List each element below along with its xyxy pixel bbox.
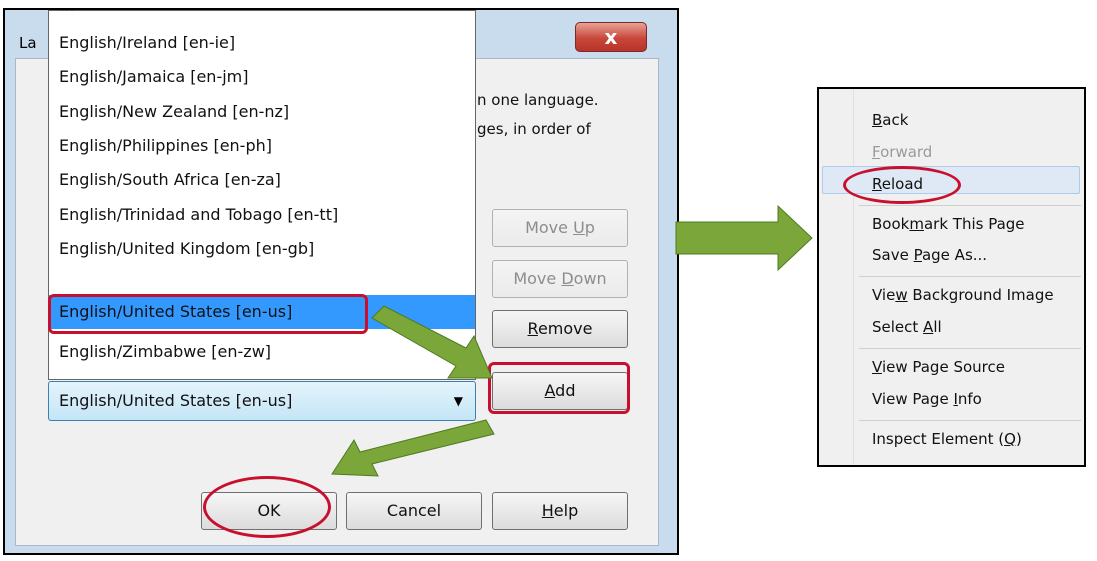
arrow-to-add-icon xyxy=(371,305,493,379)
menu-item-inspect[interactable]: Inspect Element (Q) xyxy=(872,430,1022,448)
menu-item-forward[interactable]: Forward xyxy=(872,143,932,161)
highlight-reload xyxy=(843,166,961,204)
menu-item-back[interactable]: Back xyxy=(872,111,908,129)
menu-item-save-page[interactable]: Save Page As... xyxy=(872,246,987,264)
menu-separator xyxy=(859,205,1081,206)
menu-item-page-info[interactable]: View Page Info xyxy=(872,390,982,408)
arrow-to-ok-icon xyxy=(331,419,495,477)
menu-separator xyxy=(859,348,1081,349)
context-menu: Back Forward Reload Bookmark This Page S… xyxy=(817,87,1086,467)
menu-item-bookmark[interactable]: Bookmark This Page xyxy=(872,215,1025,233)
menu-item-view-source[interactable]: View Page Source xyxy=(872,358,1005,376)
menu-separator xyxy=(859,276,1081,277)
arrow-to-menu-icon xyxy=(675,204,813,272)
menu-icon-column xyxy=(853,89,854,465)
menu-item-view-background[interactable]: View Background Image xyxy=(872,286,1054,304)
menu-item-select-all[interactable]: Select All xyxy=(872,318,942,336)
menu-separator xyxy=(859,420,1081,421)
